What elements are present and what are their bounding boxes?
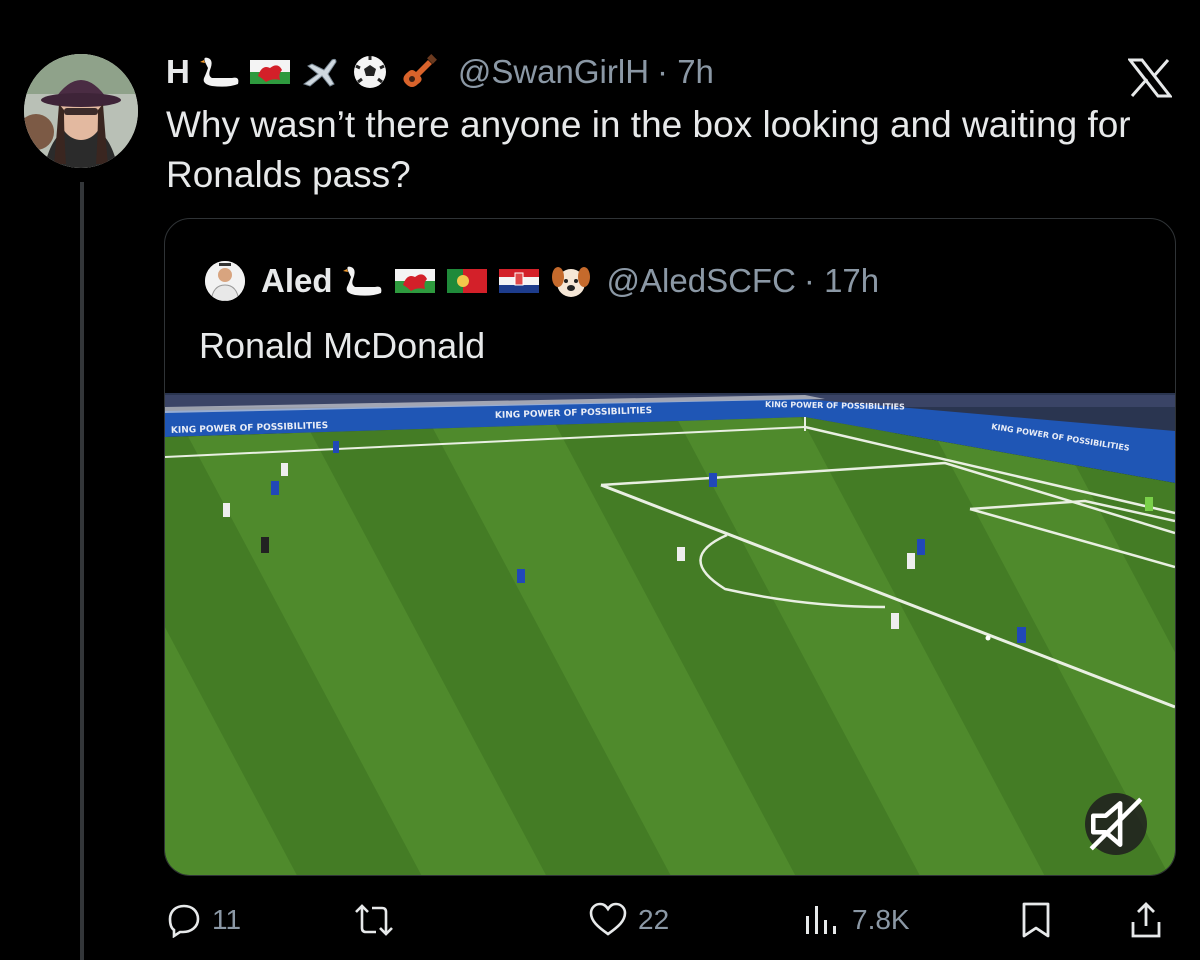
portugal-flag-emoji [446, 269, 487, 293]
tweet-action-bar: 11 22 7.8K [166, 890, 1174, 950]
croatia-flag-emoji [498, 269, 539, 293]
swan-emoji [199, 57, 239, 87]
soccer-ball-emoji [353, 56, 386, 88]
bookmark-button[interactable] [1018, 890, 1054, 950]
video-player[interactable]: KING POWER OF POSSIBILITIES KING POWER O… [165, 393, 1175, 875]
author-handle[interactable]: @SwanGirlH [458, 53, 649, 91]
quoted-tweet-card[interactable]: Aled @AledSCFC · 17h Ronald McDonald KIN… [164, 218, 1176, 876]
repost-button[interactable] [352, 890, 406, 950]
dog-face-emoji [551, 267, 590, 297]
swan-emoji [342, 266, 381, 296]
volume-muted-icon [1089, 797, 1143, 851]
quoted-author-avatar-image [205, 261, 245, 301]
heart-icon [589, 902, 627, 936]
airplane-emoji [302, 58, 337, 87]
author-avatar[interactable] [24, 54, 138, 168]
author-name-emojis [198, 54, 442, 90]
author-display-name[interactable]: H [166, 53, 190, 91]
bookmark-icon [1022, 902, 1050, 938]
mute-toggle-button[interactable] [1085, 793, 1147, 855]
quoted-tweet-header: Aled @AledSCFC · 17h [205, 255, 879, 307]
thread-connector-line [80, 182, 84, 960]
author-avatar-image [24, 54, 138, 168]
quoted-author-name-emojis [341, 263, 593, 299]
reply-count: 11 [212, 904, 242, 935]
quoted-author-handle[interactable]: @AledSCFC [607, 262, 796, 300]
share-upload-icon [1131, 902, 1161, 938]
tweet-text: Why wasn’t there anyone in the box looki… [166, 104, 1131, 195]
tweet-header: H @SwanGirlH · 7h [166, 48, 714, 96]
quoted-tweet-text: Ronald McDonald [199, 325, 486, 366]
quoted-author-avatar[interactable] [205, 261, 245, 301]
x-logo-icon[interactable] [1128, 58, 1172, 98]
tweet-timestamp[interactable]: · 7h [657, 53, 714, 91]
repost-icon [355, 904, 393, 936]
analytics-bars-icon [806, 906, 836, 934]
guitar-emoji [403, 54, 437, 87]
views-button[interactable]: 7.8K [802, 890, 910, 950]
reply-button[interactable]: 11 [166, 890, 241, 950]
wales-flag-emoji [249, 60, 290, 84]
quoted-author-display-name[interactable]: Aled [261, 262, 333, 300]
like-button[interactable]: 22 [588, 890, 669, 950]
quoted-tweet-timestamp[interactable]: · 17h [804, 262, 879, 300]
like-count: 22 [638, 904, 670, 935]
reply-icon [168, 904, 200, 938]
football-match-video-frame: KING POWER OF POSSIBILITIES KING POWER O… [165, 393, 1175, 875]
share-button[interactable] [1128, 890, 1164, 950]
view-count: 7.8K [852, 904, 910, 935]
wales-flag-emoji [394, 269, 435, 293]
